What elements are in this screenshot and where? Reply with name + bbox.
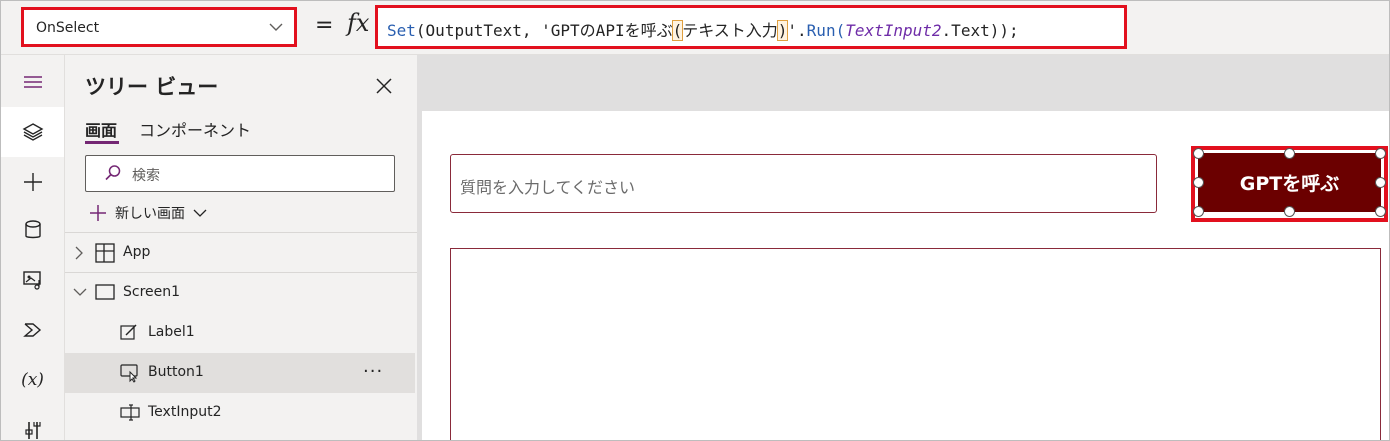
formula-token: )); [989,21,1019,40]
formula-token: ( [415,21,426,40]
hamburger-menu-button[interactable] [1,57,64,107]
resize-handle[interactable] [1193,177,1204,188]
call-gpt-button[interactable]: GPTを呼ぶ [1198,153,1381,212]
formula-token-string: テキスト入力 [682,21,778,40]
formula-token-fn: Run [806,21,836,40]
plus-icon [23,173,42,191]
tree-item-textinput2[interactable]: TextInput2 [65,393,415,433]
close-icon[interactable] [373,75,395,97]
formula-token: ( [835,21,846,40]
formula-token: , ' [521,21,551,40]
plus-icon [90,205,106,221]
formula-bar: OnSelect = fx Set(OutputText, 'GPTのAPIを呼… [1,1,1389,55]
chevron-right-icon[interactable] [73,246,85,260]
formula-token: '. [787,21,807,40]
search-placeholder: 検索 [132,168,160,184]
resize-handle[interactable] [1375,206,1386,217]
media-icon [22,271,41,290]
call-gpt-button-label: GPTを呼ぶ [1239,173,1340,195]
active-tab-underline [85,141,119,144]
tree-view-panel: ツリー ビュー 画面 コンポーネント 検索 新しい画面 App Screen1 … [65,55,417,440]
insert-button[interactable] [1,157,64,207]
chevron-down-icon[interactable] [73,286,87,298]
tree-item-label: TextInput2 [148,404,222,420]
property-dropdown-value: OnSelect [36,20,100,36]
search-icon [105,165,121,181]
left-rail: (x) [1,55,65,440]
property-dropdown[interactable]: OnSelect [21,7,297,47]
tree-item-label: Screen1 [123,284,181,300]
power-automate-button[interactable] [1,305,64,355]
resize-handle[interactable] [1375,148,1386,159]
tree-view-title: ツリー ビュー [85,75,219,99]
new-screen-button[interactable]: 新しい画面 [89,203,207,223]
resize-handle[interactable] [1193,206,1204,217]
chevron-down-icon [193,209,207,217]
power-automate-icon [22,323,41,337]
more-options-icon[interactable]: ··· [363,361,383,382]
formula-input[interactable]: Set(OutputText, 'GPTのAPIを呼ぶ(テキスト入力)'.Run… [375,5,1127,49]
media-button[interactable] [1,255,64,305]
formula-token-control: TextInput2 [845,21,942,40]
tree-view-button[interactable] [1,107,64,157]
new-screen-label: 新しい画面 [115,206,185,222]
edit-label-icon [120,324,137,340]
variables-icon: (x) [21,370,44,390]
resize-handle[interactable] [1284,206,1295,217]
formula-token-var: OutputText [425,21,522,40]
equals-sign: = [315,13,334,38]
tab-screens[interactable]: 画面 [85,117,119,144]
tab-components-label: コンポーネント [139,121,252,140]
text-input-icon [120,404,140,421]
formula-token-string: GPTのAPIを呼ぶ [550,21,673,40]
button-control-icon [120,364,138,383]
data-button[interactable] [1,205,64,255]
formula-token-bracket-highlight: ( [671,20,684,41]
tree-item-button1[interactable]: Button1 ··· [65,353,415,393]
tree-item-label: Label1 [148,324,195,340]
tab-components[interactable]: コンポーネント [139,117,251,141]
chevron-down-icon [269,23,283,31]
app-icon [95,243,115,263]
tree-item-label1[interactable]: Label1 [65,313,415,353]
resize-handle[interactable] [1375,177,1386,188]
resize-handle[interactable] [1284,148,1295,159]
screen-icon [95,284,115,300]
tree-item-label: App [123,244,151,260]
tree-item-screen1[interactable]: Screen1 [65,273,415,313]
formula-token: .Text [941,21,990,40]
menu-icon [23,76,42,88]
formula-token-bracket-highlight: ) [776,20,789,41]
variables-button[interactable]: (x) [1,355,64,405]
question-text-input[interactable]: 質問を入力してください [450,154,1157,213]
tree-item-label: Button1 [148,364,204,380]
app-frame: OnSelect = fx Set(OutputText, 'GPTのAPIを呼… [0,0,1390,441]
tools-icon [24,422,41,439]
question-placeholder: 質問を入力してください [460,178,636,197]
output-label [450,248,1381,440]
formula-token-fn: Set [387,21,416,40]
resize-handle[interactable] [1193,148,1204,159]
tree-search-input[interactable]: 検索 [85,155,395,192]
tree-item-app[interactable]: App [65,233,415,273]
formula-text: Set(OutputText, 'GPTのAPIを呼ぶ(テキスト入力)'.Run… [387,17,1019,41]
fx-icon: fx [347,9,370,37]
layers-icon [22,123,43,141]
tools-button[interactable] [1,405,64,440]
tab-screens-label: 画面 [85,121,118,140]
database-icon [24,220,41,239]
